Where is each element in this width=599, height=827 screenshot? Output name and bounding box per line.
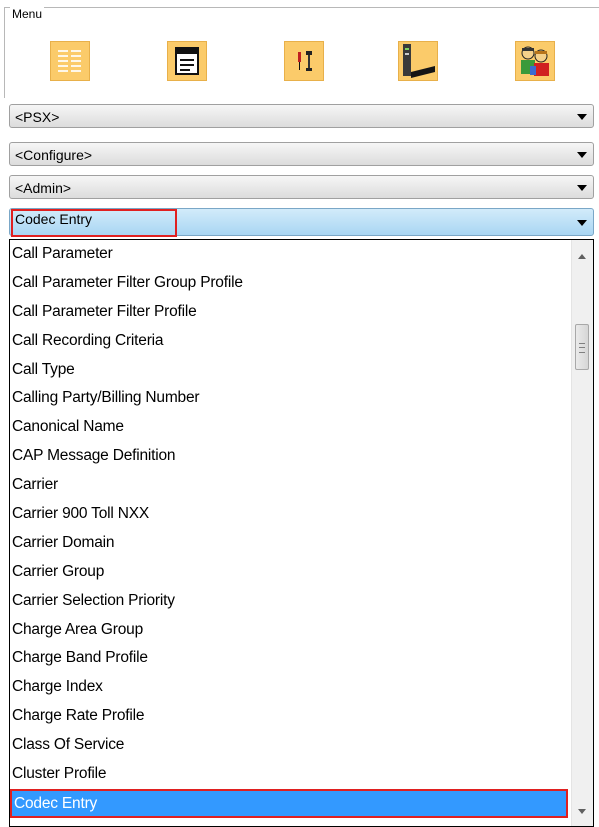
tools-icon[interactable] [284, 41, 324, 81]
combo-label: Codec Entry [15, 211, 93, 227]
chevron-down-icon [577, 114, 587, 120]
list-item[interactable]: Carrier Domain [10, 529, 573, 558]
list-item[interactable]: Carrier Selection Priority [10, 587, 573, 616]
list-item[interactable]: Carrier 900 Toll NXX [10, 500, 573, 529]
list-item[interactable]: Call Parameter Filter Group Profile [10, 269, 573, 298]
scroll-up-icon[interactable] [578, 254, 586, 259]
vertical-scrollbar[interactable] [571, 240, 593, 826]
list-item[interactable]: Carrier [10, 471, 573, 500]
object-type-dropdown: Call Parameter Call Parameter Filter Gro… [9, 239, 594, 827]
list-item[interactable]: Cluster Profile [10, 760, 573, 789]
combo-label: <PSX> [15, 109, 60, 125]
network-device-icon[interactable] [398, 41, 438, 81]
admin-combo[interactable]: <Admin> [9, 175, 594, 199]
list-item[interactable]: Charge Index [10, 673, 573, 702]
psx-combo[interactable]: <PSX> [9, 104, 594, 128]
list-item[interactable]: Charge Rate Profile [10, 702, 573, 731]
list-icon[interactable] [50, 41, 90, 81]
menu-toolbar [0, 0, 599, 100]
object-type-combo[interactable]: Codec Entry [9, 208, 594, 237]
list-item[interactable]: Call Recording Criteria [10, 327, 573, 356]
combo-label: <Configure> [15, 147, 93, 163]
list-item-selected[interactable]: Codec Entry [10, 788, 568, 818]
grip-icon [579, 343, 585, 353]
chevron-down-icon [577, 185, 587, 191]
list-item[interactable]: Call Type [10, 356, 573, 385]
combo-label: <Admin> [15, 180, 72, 196]
list-item[interactable]: Charge Area Group [10, 616, 573, 645]
list-item[interactable]: Class Of Service [10, 731, 573, 760]
scroll-down-icon[interactable] [578, 809, 586, 814]
users-icon[interactable] [515, 41, 555, 81]
scrollbar-thumb[interactable] [575, 324, 589, 370]
configure-combo[interactable]: <Configure> [9, 142, 594, 166]
chevron-down-icon [577, 220, 587, 226]
list-item[interactable]: Calling Party/Billing Number [10, 384, 573, 413]
list-item[interactable]: Charge Band Profile [10, 644, 573, 673]
list-item[interactable]: Call Parameter [10, 240, 573, 269]
list-item[interactable]: Canonical Name [10, 413, 573, 442]
list-item[interactable]: Call Parameter Filter Profile [10, 298, 573, 327]
form-window-icon[interactable] [167, 41, 207, 81]
chevron-down-icon [577, 152, 587, 158]
dropdown-list: Call Parameter Call Parameter Filter Gro… [10, 240, 573, 826]
list-item[interactable]: CAP Message Definition [10, 442, 573, 471]
list-item[interactable]: Carrier Group [10, 558, 573, 587]
